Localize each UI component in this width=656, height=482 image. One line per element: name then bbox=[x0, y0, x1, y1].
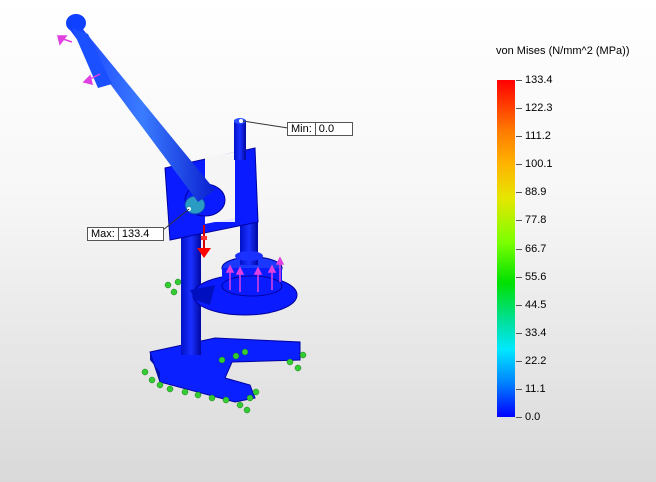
press-ram bbox=[235, 220, 263, 265]
legend-tick bbox=[516, 164, 522, 166]
legend-tick bbox=[516, 220, 522, 222]
press-table bbox=[190, 256, 298, 316]
legend-tick-label: 100.1 bbox=[525, 158, 553, 171]
legend-tick bbox=[516, 388, 522, 390]
legend-tick bbox=[516, 108, 522, 110]
press-base bbox=[149, 337, 301, 403]
legend-tick-label: 55.6 bbox=[525, 270, 547, 283]
max-probe-label: Max: bbox=[87, 227, 118, 241]
press-handle bbox=[66, 14, 215, 202]
min-probe-label: Min: bbox=[287, 122, 315, 136]
legend-tick-label: 11.1 bbox=[525, 382, 546, 395]
legend-tick bbox=[516, 332, 522, 334]
legend-tick bbox=[516, 360, 522, 362]
legend-title: von Mises (N/mm^2 (MPa)) bbox=[496, 45, 630, 57]
legend-tick bbox=[516, 192, 522, 194]
legend-tick bbox=[516, 417, 522, 418]
max-probe[interactable]: Max: 133.4 bbox=[84, 227, 167, 241]
legend-tick-label: 111.2 bbox=[525, 130, 551, 143]
legend-tick-label: 88.9 bbox=[525, 186, 547, 199]
legend-tick-label: 22.2 bbox=[525, 354, 547, 367]
legend-tick bbox=[516, 304, 522, 306]
stress-color-bar bbox=[497, 80, 515, 417]
min-probe-value: 0.0 bbox=[314, 122, 353, 136]
legend-tick-label: 77.8 bbox=[525, 214, 547, 227]
legend-tick bbox=[516, 276, 522, 278]
max-probe-value: 133.4 bbox=[117, 227, 164, 241]
legend-tick bbox=[516, 80, 522, 81]
legend-tick-label: 33.4 bbox=[525, 326, 547, 339]
legend-tick-label: 133.4 bbox=[525, 74, 553, 86]
legend-tick-label: 44.5 bbox=[525, 298, 547, 311]
model-viewport[interactable] bbox=[0, 0, 656, 482]
legend-tick bbox=[516, 136, 522, 138]
legend-tick-label: 66.7 bbox=[525, 242, 547, 255]
press-head bbox=[164, 118, 259, 241]
legend-tick-label: 0.0 bbox=[525, 411, 541, 423]
min-probe[interactable]: Min: 0.0 bbox=[284, 122, 356, 136]
legend-tick-label: 122.3 bbox=[525, 102, 553, 115]
legend-tick bbox=[516, 248, 522, 250]
min-probe-leader bbox=[242, 120, 289, 129]
